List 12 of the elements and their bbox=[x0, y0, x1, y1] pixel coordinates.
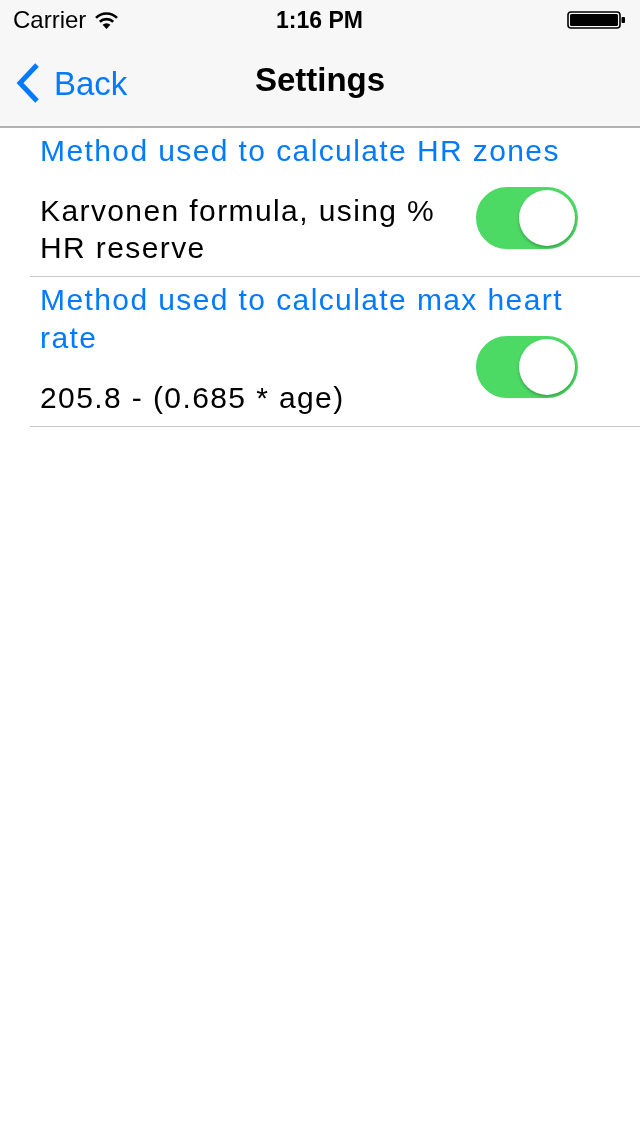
setting-heading: Method used to calculate max heart rate bbox=[40, 282, 564, 356]
carrier-name: Carrier bbox=[13, 5, 87, 35]
screen-title: Settings bbox=[254, 60, 386, 101]
back-chevron-icon bbox=[16, 63, 40, 103]
wifi-icon bbox=[94, 11, 120, 29]
setting-description: Karvonen formula, using % HR reserve bbox=[40, 193, 437, 266]
setting-description: 205.8 - (0.685 * age) bbox=[40, 380, 346, 416]
back-label[interactable]: Back bbox=[54, 66, 128, 100]
battery-icon bbox=[567, 11, 626, 29]
setting-heading: Method used to calculate HR zones bbox=[40, 133, 561, 169]
back-button[interactable]: Back bbox=[16, 63, 128, 103]
clock-time: 1:16 PM bbox=[276, 5, 363, 35]
